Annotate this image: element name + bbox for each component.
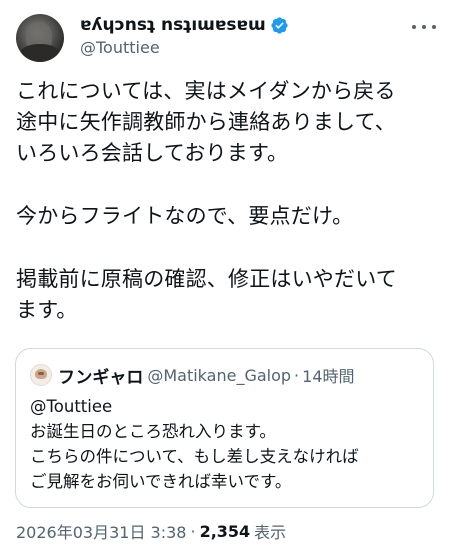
quoted-tweet-time: 14時間 (302, 367, 355, 386)
more-dot (432, 25, 436, 29)
quoted-text-line: こちらの件について、もし差し支えなければ (30, 447, 359, 466)
avatar-body-shape (20, 44, 60, 62)
tweet-text-line: ます。 (16, 298, 78, 322)
quoted-tweet-text: @Touttiee お誕生日のところ恐れ入ります。 こちらの件について、もし差し… (30, 394, 420, 494)
more-options-icon[interactable] (412, 20, 436, 34)
quoted-author-handle: @Matikane_Galop (147, 365, 292, 385)
tweet-meta: 2026年03月31日 3:38 · 2,354 表示 (16, 518, 286, 544)
tweet-text-line: いろいろ会話しております。 (16, 141, 289, 165)
quoted-text-line: ご見解をお伺いできれば幸いです。 (30, 472, 292, 491)
author-avatar[interactable] (16, 14, 64, 62)
tweet-card: ɐʎɥɔnsʇ nsʇıɯɐsɐɯ @Touttiee これについては、実はメイ… (0, 0, 450, 553)
views-count: 2,354 (199, 521, 251, 541)
tweet-text: これについては、実はメイダンから戻る 途中に矢作調教師から連絡ありまして、 いろ… (16, 76, 436, 326)
tweet-text-line: これについては、実はメイダンから戻る (16, 79, 396, 103)
more-dot (412, 25, 416, 29)
views-label: 表示 (254, 523, 287, 542)
author-name-row: ɐʎɥɔnsʇ nsʇıɯɐsɐɯ (80, 14, 289, 36)
quoted-tweet-card[interactable]: フンギャロ @Matikane_Galop · 14時間 @Touttiee お… (15, 348, 434, 508)
tweet-datetime[interactable]: 2026年03月31日 3:38 (16, 519, 186, 543)
quoted-author-name: フンギャロ (58, 367, 144, 388)
more-dot (422, 25, 426, 29)
quoted-text-line: @Touttiee (30, 397, 113, 416)
author-handle[interactable]: @Touttiee (80, 38, 160, 57)
verified-badge-icon (270, 16, 289, 35)
author-display-name[interactable]: ɐʎɥɔnsʇ nsʇıɯɐsɐɯ (80, 15, 266, 35)
quoted-tweet-header: フンギャロ @Matikane_Galop · 14時間 (30, 363, 355, 388)
tweet-text-line: 今からフライトなので、要点だけ。 (16, 204, 354, 228)
tweet-text-line: 途中に矢作調教師から連絡ありまして、 (16, 110, 396, 134)
tweet-text-line: 掲載前に原稿の確認、修正はいやだいて (16, 267, 397, 291)
quoted-text-line: お誕生日のところ恐れ入ります。 (30, 422, 276, 441)
quoted-header-separator: · (294, 365, 300, 385)
quoted-author-avatar (30, 364, 52, 386)
meta-separator: · (190, 521, 196, 541)
